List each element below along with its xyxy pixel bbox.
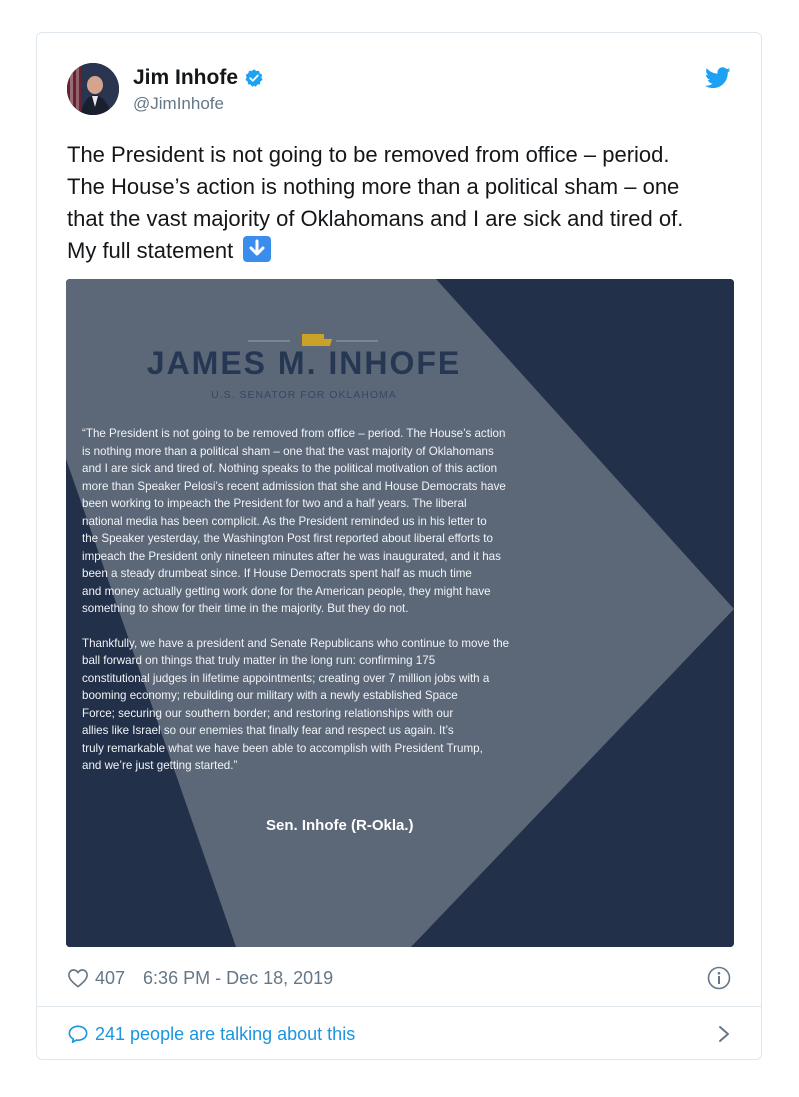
avatar[interactable] <box>67 63 119 115</box>
tweet-card[interactable]: Jim Inhofe @JimInhofe The President is n… <box>36 32 762 1060</box>
quote-line: been a steady drumbeat since. If House D… <box>82 567 472 580</box>
tweet-line-3: that the vast majority of Oklahomans and… <box>67 206 684 231</box>
quote-line: the Speaker yesterday, the Washington Po… <box>82 532 493 545</box>
speech-bubble-icon <box>68 1025 88 1043</box>
avatar-image <box>67 63 119 115</box>
quote-line: national media has been complicit. As th… <box>82 514 487 528</box>
tweet-line-2: The House’s action is nothing more than … <box>67 174 680 199</box>
quote-line: and we’re just getting started.” <box>82 759 238 772</box>
statement-image[interactable]: JAMES M. INHOFE U.S. SENATOR FOR OKLAHOM… <box>66 279 734 947</box>
statement-signature: Sen. Inhofe (R-Okla.) <box>266 817 414 834</box>
tweet-line-1: The President is not going to be removed… <box>67 142 670 167</box>
quote-line: allies like Israel so our enemies that f… <box>82 724 454 737</box>
author-info: Jim Inhofe @JimInhofe <box>133 65 264 115</box>
tweet-header: Jim Inhofe @JimInhofe <box>67 61 731 121</box>
statement-quote: “The President is not going to be remove… <box>82 425 582 775</box>
quote-line: and money actually getting work done for… <box>82 584 491 598</box>
statement-subtitle: U.S. SENATOR FOR OKLAHOMA <box>211 389 397 401</box>
author-handle[interactable]: @JimInhofe <box>133 93 264 115</box>
quote-line: something to show for their time in the … <box>82 602 409 615</box>
info-icon[interactable] <box>707 966 731 990</box>
quote-line: Force; securing our southern border; and… <box>82 706 454 720</box>
quote-line: ball forward on things that truly matter… <box>82 654 436 667</box>
quote-line: truly remarkable what we have been able … <box>82 741 483 755</box>
down-arrow-emoji-icon <box>243 236 272 262</box>
author-name-row: Jim Inhofe <box>133 65 264 91</box>
tweet-line-4: My full statement <box>67 235 735 267</box>
footer-divider <box>37 1006 761 1007</box>
conversation-link[interactable]: 241 people are talking about this <box>67 1019 731 1049</box>
author-name[interactable]: Jim Inhofe <box>133 65 238 91</box>
quote-line: more than Speaker Pelosi’s recent admiss… <box>82 479 506 493</box>
quote-line: Thankfully, we have a president and Sena… <box>82 636 510 650</box>
tweet-line-4-text: My full statement <box>67 238 234 263</box>
statement-name: JAMES M. INHOFE <box>146 345 462 381</box>
quote-line: been working to impeach the President fo… <box>82 497 467 510</box>
quote-line: is nothing more than a political sham – … <box>82 444 494 458</box>
like-count[interactable]: 407 <box>95 968 125 989</box>
chevron-right-icon[interactable] <box>717 1025 731 1043</box>
tweet-timestamp[interactable]: 6:36 PM - Dec 18, 2019 <box>143 968 333 989</box>
quote-line: and I are sick and tired of. Nothing spe… <box>82 462 498 475</box>
quote-line: “The President is not going to be remove… <box>82 427 506 440</box>
heart-icon[interactable] <box>67 968 89 988</box>
tweet-text: The President is not going to be removed… <box>67 139 735 267</box>
verified-badge-icon <box>245 69 263 87</box>
quote-line: impeach the President only nineteen minu… <box>82 549 501 563</box>
quote-line: booming economy; rebuilding our military… <box>82 689 458 702</box>
twitter-bird-icon[interactable] <box>705 67 731 89</box>
conversation-count-text[interactable]: 241 people are talking about this <box>95 1024 355 1045</box>
tweet-meta: 407 6:36 PM - Dec 18, 2019 <box>67 963 731 993</box>
quote-line: constitutional judges in lifetime appoin… <box>82 671 490 685</box>
